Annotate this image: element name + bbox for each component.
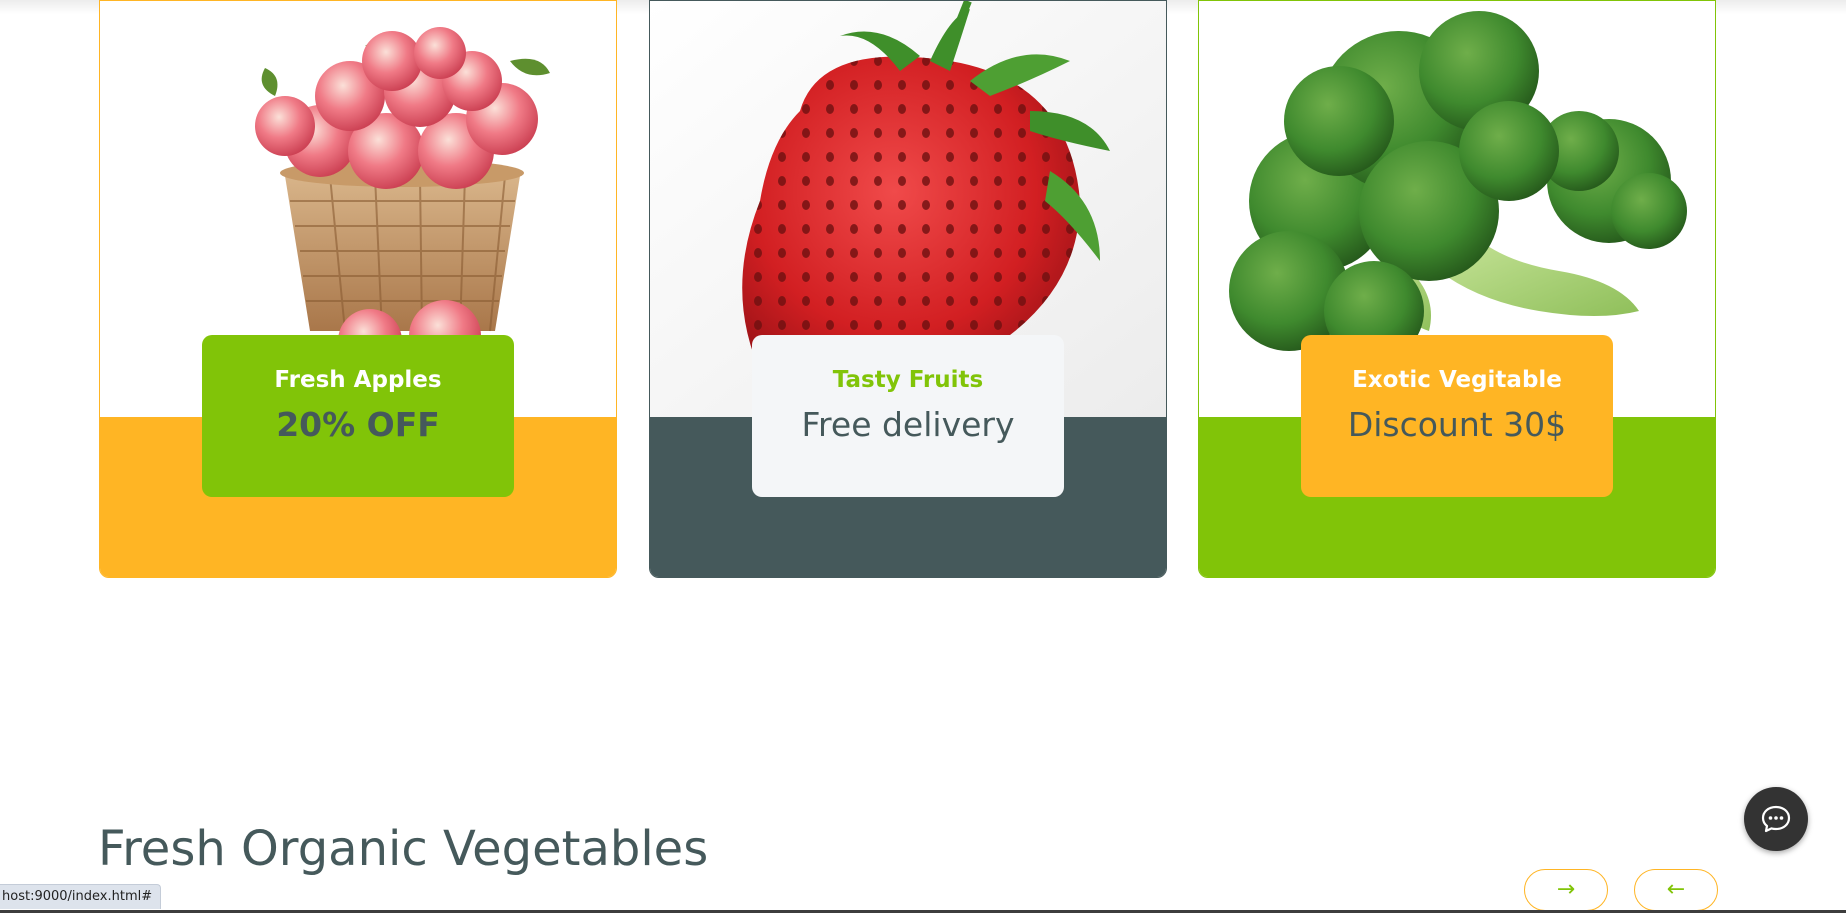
status-bar-url: host:9000/index.html# [0, 884, 162, 909]
promo-headline: 20% OFF [276, 405, 440, 444]
chat-bubble-icon [1761, 805, 1791, 833]
promo-card-exotic-vegitable[interactable]: Exotic Vegitable Discount 30$ [1198, 0, 1716, 578]
promo-badge-tasty-fruits: Tasty Fruits Free delivery [752, 335, 1064, 497]
section-title: Fresh Organic Vegetables [98, 821, 709, 877]
arrow-right-icon: → [1556, 877, 1576, 902]
promo-card-tasty-fruits[interactable]: Tasty Fruits Free delivery [649, 0, 1167, 578]
promo-headline: Discount 30$ [1347, 405, 1567, 444]
promo-badge-fresh-apples: Fresh Apples 20% OFF [202, 335, 514, 497]
promo-badge-exotic-vegitable: Exotic Vegitable Discount 30$ [1301, 335, 1613, 497]
chat-button[interactable] [1744, 787, 1808, 851]
promo-subtitle: Fresh Apples [274, 367, 442, 393]
carousel-prev-button[interactable]: ← [1634, 869, 1718, 911]
promo-headline: Free delivery [801, 405, 1015, 444]
page: Fresh Apples 20% OFF Tasty Fruits Free d… [0, 0, 1846, 913]
promo-subtitle: Exotic Vegitable [1352, 367, 1562, 393]
arrow-left-icon: ← [1666, 877, 1686, 902]
carousel-next-button[interactable]: → [1524, 869, 1608, 911]
promo-card-fresh-apples[interactable]: Fresh Apples 20% OFF [99, 0, 617, 578]
promo-subtitle: Tasty Fruits [832, 367, 984, 393]
